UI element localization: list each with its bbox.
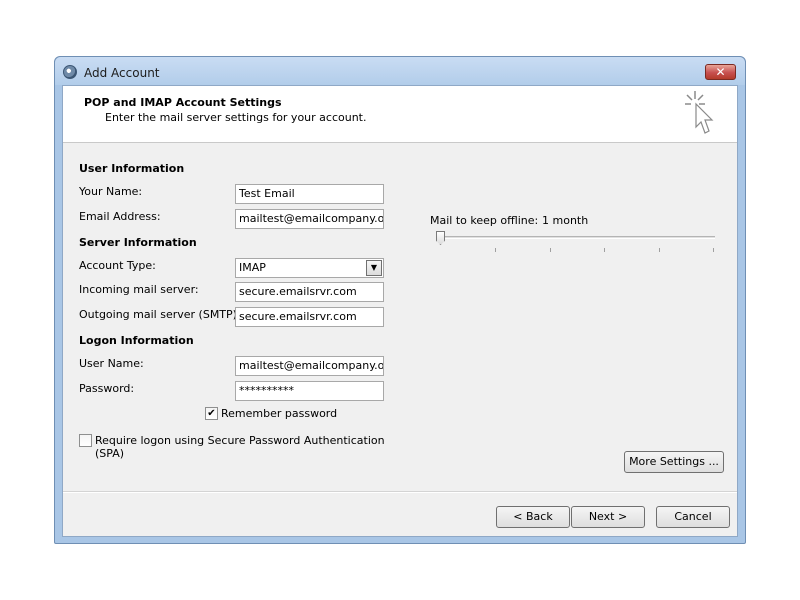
dialog-header: POP and IMAP Account Settings Enter the … bbox=[63, 86, 737, 143]
mail-offline-value: 1 month bbox=[542, 214, 589, 227]
server-info-heading: Server Information bbox=[79, 236, 197, 249]
close-button[interactable]: ✕ bbox=[705, 64, 736, 80]
dialog-body: POP and IMAP Account Settings Enter the … bbox=[62, 85, 738, 537]
title-bar: Add Account ✕ bbox=[55, 57, 745, 85]
outlook-app-icon bbox=[63, 65, 77, 79]
checkmark-icon: ✔ bbox=[207, 408, 216, 419]
email-address-input[interactable]: mailtest@emailcompany.org bbox=[235, 209, 384, 229]
spa-checkbox[interactable] bbox=[79, 434, 92, 447]
offline-slider-thumb[interactable] bbox=[436, 231, 445, 245]
password-input[interactable]: ********** bbox=[235, 381, 384, 401]
user-name-input[interactable]: mailtest@emailcompany.org bbox=[235, 356, 384, 376]
spa-label-line1: Require logon using Secure Password Auth… bbox=[95, 434, 385, 447]
outgoing-server-input[interactable]: secure.emailsrvr.com bbox=[235, 307, 384, 327]
slider-tick bbox=[604, 248, 605, 252]
header-subtitle: Enter the mail server settings for your … bbox=[105, 111, 367, 124]
window-title: Add Account bbox=[84, 66, 160, 80]
offline-slider-track[interactable] bbox=[439, 236, 715, 239]
account-type-value: IMAP bbox=[239, 261, 266, 274]
add-account-window: Add Account ✕ POP and IMAP Account Setti… bbox=[54, 56, 746, 544]
logon-info-heading: Logon Information bbox=[79, 334, 194, 347]
spa-label-line2: (SPA) bbox=[95, 447, 125, 460]
footer-divider bbox=[63, 491, 737, 493]
slider-tick bbox=[550, 248, 551, 252]
incoming-server-label: Incoming mail server: bbox=[79, 283, 199, 296]
your-name-label: Your Name: bbox=[79, 185, 143, 198]
next-button[interactable]: Next > bbox=[571, 506, 645, 528]
back-button[interactable]: < Back bbox=[496, 506, 570, 528]
user-info-heading: User Information bbox=[79, 162, 185, 175]
header-title: POP and IMAP Account Settings bbox=[84, 96, 282, 109]
mail-offline-label: Mail to keep offline: bbox=[430, 214, 539, 227]
slider-tick bbox=[713, 248, 714, 252]
account-type-label: Account Type: bbox=[79, 259, 156, 272]
email-address-label: Email Address: bbox=[79, 210, 161, 223]
user-name-label: User Name: bbox=[79, 357, 144, 370]
remember-password-checkbox[interactable]: ✔ bbox=[205, 407, 218, 420]
your-name-input[interactable]: Test Email bbox=[235, 184, 384, 204]
cancel-button[interactable]: Cancel bbox=[656, 506, 730, 528]
slider-tick bbox=[659, 248, 660, 252]
outgoing-server-label: Outgoing mail server (SMTP): bbox=[79, 308, 241, 321]
chevron-down-icon[interactable]: ▼ bbox=[366, 260, 382, 276]
incoming-server-input[interactable]: secure.emailsrvr.com bbox=[235, 282, 384, 302]
password-label: Password: bbox=[79, 382, 135, 395]
cursor-sparkle-icon bbox=[685, 91, 714, 134]
more-settings-button[interactable]: More Settings ... bbox=[624, 451, 724, 473]
slider-tick bbox=[495, 248, 496, 252]
account-type-select[interactable]: IMAP ▼ bbox=[235, 258, 384, 278]
remember-password-label: Remember password bbox=[221, 407, 338, 420]
